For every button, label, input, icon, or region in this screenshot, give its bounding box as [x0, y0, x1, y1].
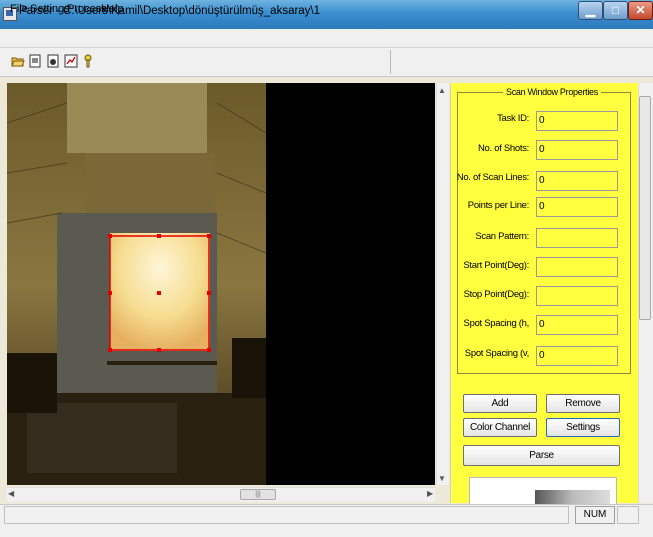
points-per-line-field[interactable]: 0 [536, 197, 618, 217]
num-lock-indicator: NUM [575, 506, 615, 524]
scroll-down-arrow-icon[interactable]: ▼ [436, 474, 448, 484]
spot-spacing-v-label: Spot Spacing (v, [464, 348, 530, 359]
open-file-icon[interactable] [28, 54, 42, 68]
help-icon[interactable] [82, 54, 96, 68]
horizontal-scroll-thumb[interactable]: ||| [240, 489, 276, 500]
image-horizontal-scrollbar[interactable] [7, 487, 435, 502]
start-point-label: Start Point(Deg): [463, 260, 529, 271]
camera-icon[interactable] [46, 54, 60, 68]
scan-lines-field[interactable]: 0 [536, 171, 618, 191]
image-vertical-scrollbar[interactable] [436, 83, 449, 485]
open-folder-icon[interactable] [11, 54, 25, 68]
close-button[interactable]: ✕ [628, 1, 653, 20]
spot-spacing-v-field[interactable]: 0 [536, 346, 618, 366]
image-display[interactable] [7, 83, 435, 485]
stop-point-field[interactable] [536, 286, 618, 306]
scroll-up-arrow-icon[interactable]: ▲ [436, 86, 448, 96]
status-message [4, 506, 569, 524]
remove-button[interactable]: Remove [546, 394, 620, 413]
shots-field[interactable]: 0 [536, 140, 618, 160]
start-point-field[interactable] [536, 257, 618, 277]
scan-lines-label: No. of Scan Lines: [456, 172, 530, 183]
task-id-label: Task ID: [497, 113, 529, 124]
add-button[interactable]: Add [463, 394, 537, 413]
task-id-field[interactable]: 0 [536, 111, 618, 131]
scan-window-overlay[interactable] [7, 83, 435, 485]
menu-settings[interactable]: Settings [30, 3, 70, 15]
scroll-left-arrow-icon[interactable]: ◀ [8, 489, 14, 498]
scan-pattern-label: Scan Pattern: [475, 231, 529, 242]
scroll-right-arrow-icon[interactable]: ▶ [427, 489, 433, 498]
properties-scroll-thumb[interactable] [639, 96, 651, 320]
maximize-button[interactable]: □ [603, 1, 628, 20]
group-title: Scan Window Properties [503, 87, 601, 97]
spot-spacing-h-field[interactable]: 0 [536, 315, 618, 335]
menu-file[interactable]: File [10, 3, 28, 15]
color-channel-button[interactable]: Color Channel [463, 418, 537, 437]
image-scan-icon[interactable] [64, 54, 78, 68]
color-gradient-preview [535, 490, 610, 504]
toolbar-separator [390, 50, 391, 74]
menu-help[interactable]: Help [101, 3, 124, 15]
menu-bar [0, 29, 653, 48]
spot-spacing-h-label: Spot Spacing (h, [463, 318, 530, 329]
settings-button[interactable]: Settings [546, 418, 620, 437]
parse-button[interactable]: Parse [463, 445, 620, 466]
minimize-button[interactable]: ▁ [578, 1, 603, 20]
status-pane [617, 506, 639, 524]
scan-pattern-field[interactable] [536, 228, 618, 248]
points-per-line-label: Points per Line: [467, 200, 530, 211]
stop-point-label: Stop Point(Deg): [463, 289, 530, 300]
toolbar [0, 48, 653, 77]
shots-label: No. of Shots: [477, 143, 529, 154]
